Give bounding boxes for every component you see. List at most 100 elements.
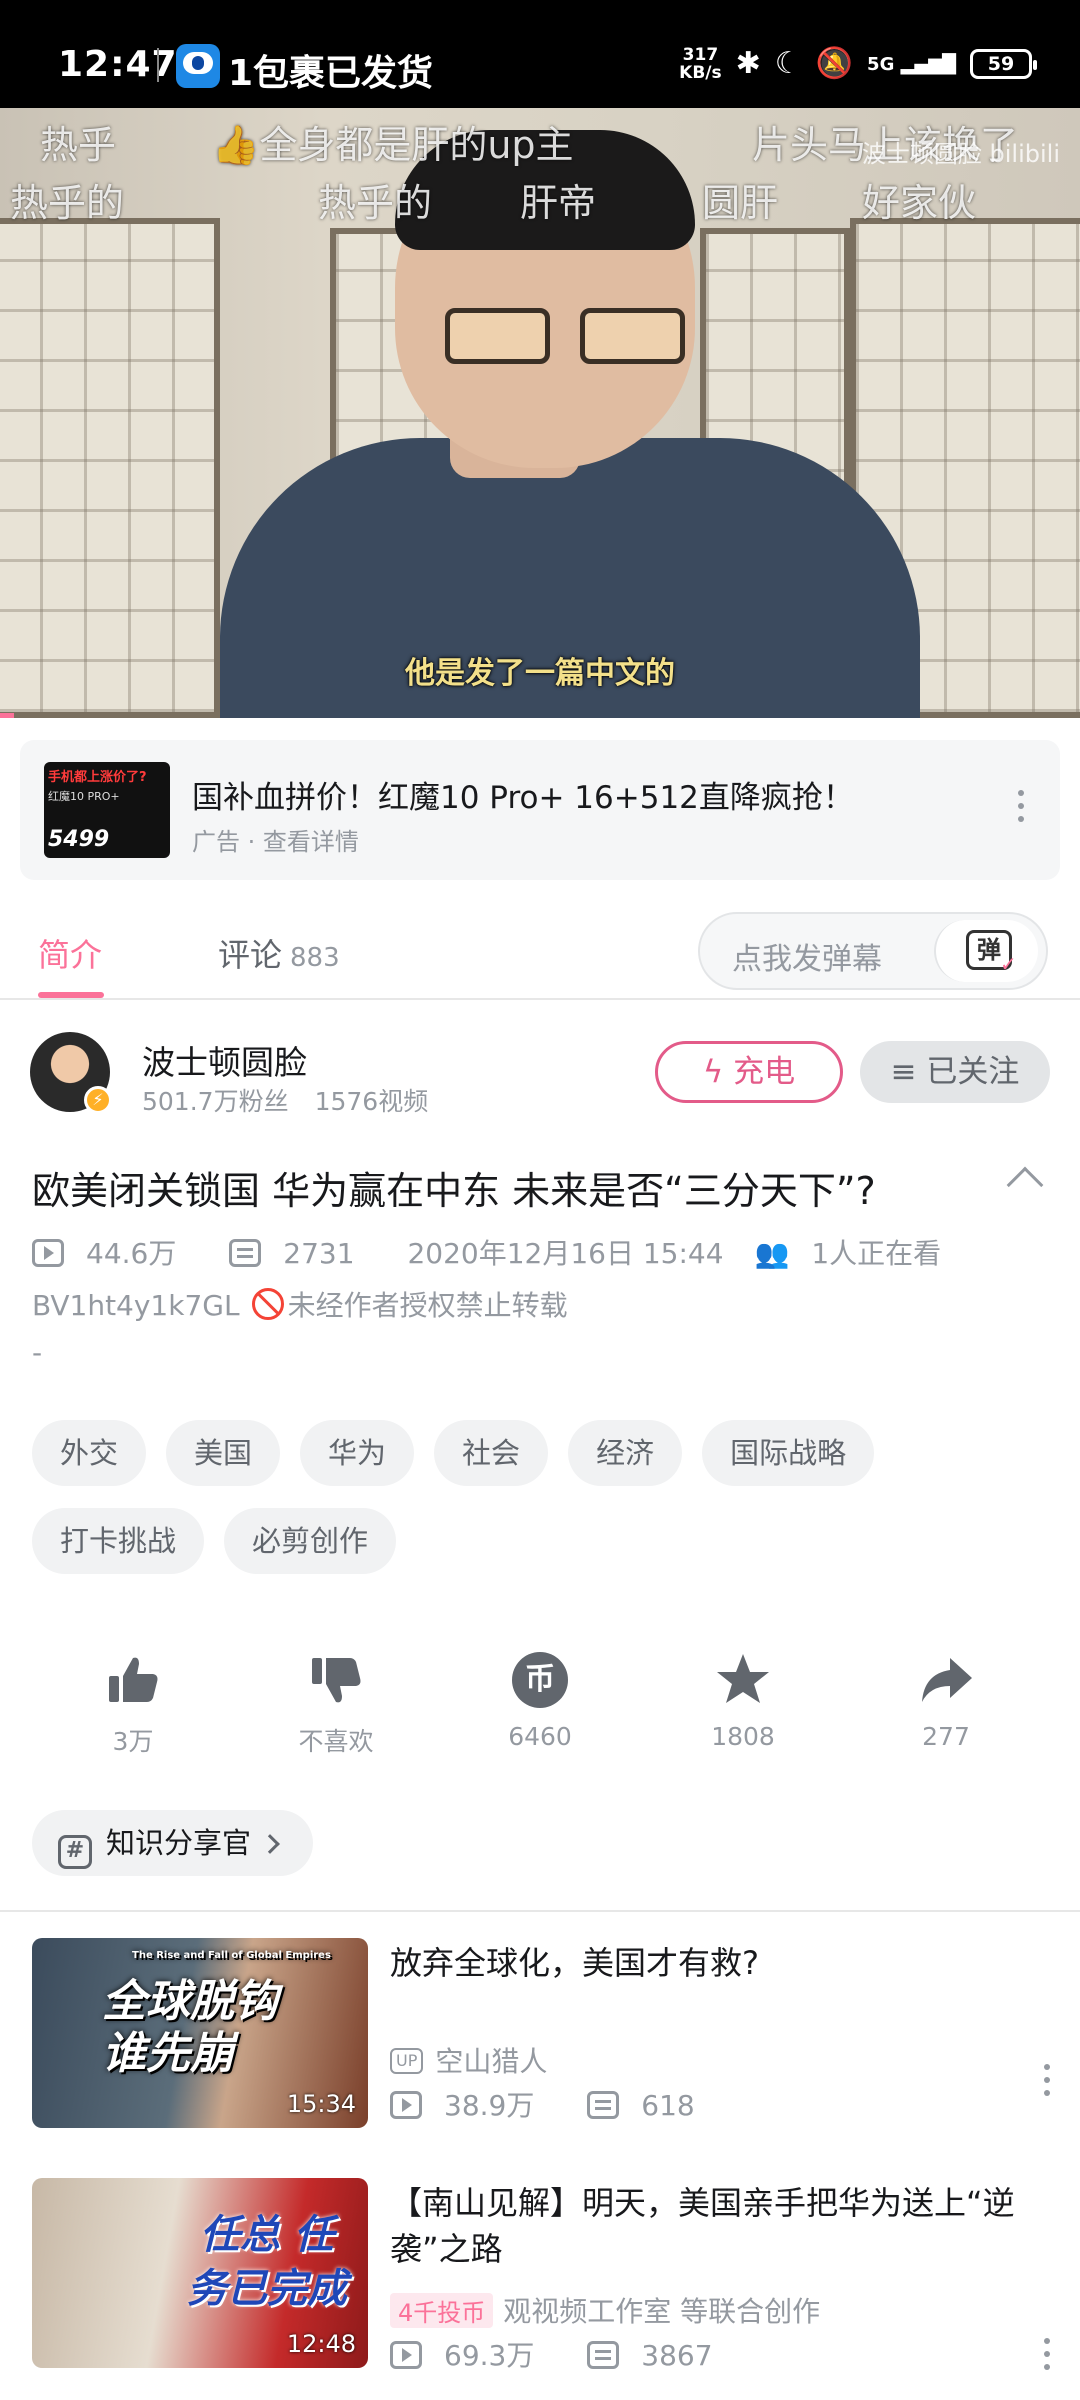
bluetooth-icon: ✱ [735, 46, 761, 81]
check-icon: ✓ [1000, 952, 1017, 976]
danmaku-count-icon [229, 1239, 262, 1267]
avatar[interactable]: ⚡ [30, 1032, 112, 1114]
viewers-icon: 👥 [754, 1237, 790, 1270]
danmaku-count: 2731 [283, 1237, 355, 1270]
favorite-count: 1808 [711, 1722, 775, 1751]
ad-banner[interactable]: 手机都上涨价了? 红魔10 PRO+ 5499 国补血拼价！红魔10 Pro+ … [20, 740, 1060, 880]
favorite-button[interactable]: 1808 [663, 1650, 823, 1751]
coin-tag: 4千投币 [390, 2293, 494, 2328]
status-notification-text: 1包裹已发货 [228, 53, 434, 94]
video-duration: 12:48 [286, 2330, 356, 2358]
tag[interactable]: 国际战略 [702, 1420, 875, 1486]
status-bar: 12:47 1包裹已发货 317 KB/s ✱ ☾ 🔕 5G ▂▄▆█ 59 [0, 0, 1080, 108]
coin-button[interactable]: 币 6460 [460, 1650, 620, 1751]
ad-title[interactable]: 国补血拼价！红魔10 Pro+ 16+512直降疯抢！ [192, 772, 854, 817]
view-count: 44.6万 [86, 1237, 177, 1270]
dislike-label: 不喜欢 [298, 1727, 374, 1756]
danmaku-count-icon [587, 2091, 620, 2119]
uploader-name[interactable]: 波士顿圆脸 [142, 1036, 307, 1084]
tag[interactable]: 必剪创作 [224, 1508, 397, 1574]
related-video[interactable]: The Rise and Fall of Global Empires 全球脱钩… [0, 1938, 1080, 2138]
video-description: - [32, 1336, 43, 1369]
tab-indicator [38, 992, 104, 998]
up-tag-icon: UP [390, 2048, 424, 2074]
tag[interactable]: 社会 [434, 1420, 549, 1486]
related-author: UP 空山猎人 [390, 2040, 547, 2080]
mute-bell-icon: 🔕 [815, 46, 854, 81]
divider [0, 1910, 1080, 1912]
coin-icon: 币 [512, 1652, 568, 1708]
video-meta-2: BV1ht4y1k7GL 未经作者授权禁止转载 [32, 1284, 568, 1324]
video-player[interactable]: 热乎 👍全身都是肝的up主 片头马上该换了 热乎的 热乎的 肝帝 圆肝 好家伙 … [0, 108, 1080, 718]
app-notification-icon [176, 44, 220, 88]
play-count-icon [32, 1239, 64, 1267]
uploader-stats: 501.7万粉丝 1576视频 [142, 1082, 454, 1118]
tab-comments[interactable]: 评论 883 [218, 930, 340, 976]
comment-count: 883 [290, 943, 340, 973]
danmaku-text: 👍全身都是肝的up主 [212, 123, 574, 167]
tab-bar: 简介 评论 883 点我发弹幕 弹 ✓ [0, 900, 1080, 1000]
follow-button[interactable]: ≡ 已关注 [860, 1041, 1050, 1103]
danmaku-text: 热乎的 [318, 181, 433, 225]
danmaku-text: 圆肝 [702, 181, 779, 225]
related-video[interactable]: 任总 任务已完成 12:48 【南山见解】明天，美国亲手把华为送上“逆袭”之路 … [0, 2178, 1080, 2378]
like-count: 3万 [112, 1727, 154, 1756]
bvid: BV1ht4y1k7GL [32, 1289, 240, 1322]
status-separator [157, 48, 159, 82]
related-title[interactable]: 放弃全球化，美国才有救? [390, 1940, 1050, 1986]
ad-subtitle[interactable]: 广告 · 查看详情 [192, 822, 359, 857]
glasses [445, 308, 550, 364]
video-meta: 44.6万 2731 2020年12月16日 15:44 👥 1人正在看 [32, 1232, 985, 1272]
share-count: 277 [922, 1722, 970, 1751]
video-count: 1576视频 [314, 1087, 429, 1116]
danmaku-text: 热乎的 [10, 181, 125, 225]
action-bar: 3万 不喜欢 币 6460 1808 277 [0, 1650, 1080, 1770]
tab-intro[interactable]: 简介 [38, 930, 102, 976]
related-stats: 38.9万 618 [390, 2084, 739, 2124]
verified-badge-icon: ⚡ [84, 1086, 112, 1114]
tag[interactable]: 经济 [568, 1420, 683, 1486]
danmaku-toggle-button[interactable]: 弹 ✓ [934, 920, 1038, 982]
background-screen [0, 218, 220, 718]
menu-lines-icon: ≡ [890, 1054, 917, 1090]
charge-button[interactable]: ϟ 充电 [655, 1041, 843, 1103]
chevron-up-icon[interactable] [1006, 1166, 1044, 1204]
thumbs-down-icon [312, 1658, 361, 1703]
related-author: 4千投币 观视频工作室 等联合创作 [390, 2290, 820, 2330]
share-button[interactable]: 277 [866, 1650, 1026, 1751]
video-thumbnail[interactable]: The Rise and Fall of Global Empires 全球脱钩… [32, 1938, 368, 2128]
more-options-icon[interactable] [1044, 2064, 1050, 2103]
related-stats: 69.3万 3867 [390, 2334, 757, 2374]
danmaku-placeholder: 点我发弹幕 [732, 942, 882, 977]
video-progress-bar[interactable] [0, 713, 15, 718]
more-options-icon[interactable] [1018, 790, 1024, 829]
publish-date: 2020年12月16日 15:44 [407, 1237, 724, 1270]
copyright-notice: 未经作者授权禁止转载 [287, 1289, 568, 1322]
no-repost-icon [251, 1288, 284, 1320]
net-speed: 317 KB/s [679, 45, 722, 83]
related-title[interactable]: 【南山见解】明天，美国亲手把华为送上“逆袭”之路 [390, 2180, 1050, 2272]
like-button[interactable]: 3万 [53, 1650, 213, 1758]
status-time: 12:47 [58, 44, 178, 85]
hashtag-icon: # [58, 1835, 92, 1869]
danmaku-text: 肝帝 [520, 181, 597, 225]
danmaku-count-icon [587, 2341, 620, 2369]
fans-count: 501.7万粉丝 [142, 1087, 289, 1116]
tag[interactable]: 外交 [32, 1420, 147, 1486]
video-subtitle: 他是发了一篇中文的 [405, 656, 675, 691]
play-count-icon [390, 2091, 422, 2119]
video-watermark: 波士顿圆脸 bilibili [861, 140, 1060, 168]
topic-chip[interactable]: # 知识分享官 [32, 1810, 314, 1876]
ad-thumbnail[interactable]: 手机都上涨价了? 红魔10 PRO+ 5499 [44, 762, 170, 858]
thumbs-up-icon [109, 1657, 158, 1702]
video-title: 欧美闭关锁国 华为赢在中东 未来是否“三分天下”? [32, 1169, 876, 1213]
tag[interactable]: 华为 [300, 1420, 415, 1486]
danmaku-text: 热乎 [40, 123, 117, 167]
video-thumbnail[interactable]: 任总 任务已完成 12:48 [32, 2178, 368, 2368]
signal-icon: 5G ▂▄▆█ [867, 53, 956, 75]
dislike-button[interactable]: 不喜欢 [256, 1650, 416, 1758]
danmaku-input[interactable]: 点我发弹幕 弹 ✓ [698, 912, 1048, 990]
tag[interactable]: 美国 [166, 1420, 281, 1486]
tag[interactable]: 打卡挑战 [32, 1508, 205, 1574]
more-options-icon[interactable] [1044, 2338, 1050, 2377]
